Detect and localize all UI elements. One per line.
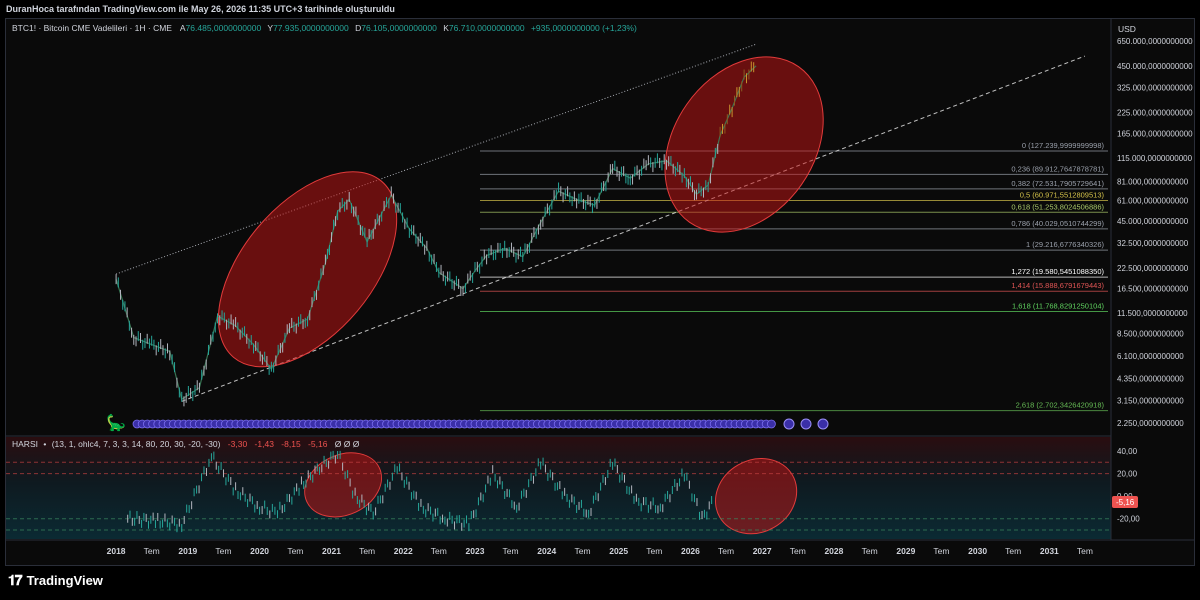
highlight-ellipse[interactable] bbox=[184, 139, 431, 399]
dino-icon[interactable]: 🦕 bbox=[106, 413, 126, 432]
legend-d-value: 76.105,0000000000 bbox=[361, 23, 437, 33]
time-tick-label: Tem bbox=[862, 546, 878, 556]
oscillator-tail: Ø Ø Ø bbox=[335, 439, 360, 449]
tradingview-mark-icon: 𝟏𝟕 bbox=[8, 572, 23, 588]
price-tick-label: 2.250,0000000000 bbox=[1117, 419, 1184, 428]
time-axis[interactable]: 2018 Tem 2019 Tem 2020 Tem 2021 Tem 2022 Tem 2023 T… bbox=[107, 546, 1093, 556]
currency-label[interactable]: USD bbox=[1118, 24, 1136, 34]
oscillator-value-1: -3,30 bbox=[228, 439, 248, 449]
oscillator-tick-label: 20,00 bbox=[1117, 470, 1138, 479]
fib-level-label: 1,618 (11.768,8291250104) bbox=[1012, 301, 1105, 310]
legend-change: +935,0000000000 (+1,23%) bbox=[531, 23, 637, 33]
time-tick-label: 2031 bbox=[1040, 546, 1059, 556]
oscillator-bullet: • bbox=[43, 439, 46, 449]
time-tick-label: 2025 bbox=[609, 546, 628, 556]
time-tick-label: 2030 bbox=[968, 546, 987, 556]
price-tick-label: 22.500,0000000000 bbox=[1117, 264, 1189, 273]
fib-level-label: 1,414 (15.888,6791679443) bbox=[1011, 281, 1104, 290]
price-tick-label: 325.000,0000000000 bbox=[1117, 84, 1193, 93]
oscillator-value-4: -5,16 bbox=[308, 439, 328, 449]
fib-level-label: 0,618 (51.253,8024506886) bbox=[1011, 202, 1104, 211]
legend-a-value: 76.485,0000000000 bbox=[186, 23, 262, 33]
price-tick-label: 115.000,0000000000 bbox=[1117, 154, 1193, 163]
price-tick-label: 6.100,0000000000 bbox=[1117, 352, 1184, 361]
time-tick-label: 2022 bbox=[394, 546, 413, 556]
price-tick-label: 165.000,0000000000 bbox=[1117, 129, 1193, 138]
time-tick-label: 2020 bbox=[250, 546, 269, 556]
tradingview-brand: TradingView bbox=[26, 573, 103, 588]
legend-y-value: 77.935,0000000000 bbox=[273, 23, 349, 33]
price-tick-label: 11.500,0000000000 bbox=[1117, 309, 1188, 318]
fib-level-label: 1 (29.216,6776340326) bbox=[1026, 240, 1104, 249]
time-tick-label: Tem bbox=[574, 546, 590, 556]
time-tick-label: 2028 bbox=[824, 546, 843, 556]
oscillator-legend: HARSI • (13, 1, ohlc4, 7, 3, 3, 14, 80, … bbox=[12, 439, 360, 449]
event-marker[interactable] bbox=[783, 418, 795, 430]
price-tick-label: 4.350,0000000000 bbox=[1117, 375, 1184, 384]
oscillator-background bbox=[6, 437, 1111, 539]
oscillator-axis[interactable]: 40,0020,000,00-20,00-5,16 bbox=[1112, 447, 1140, 524]
oscillator-tick-label: -20,00 bbox=[1117, 515, 1140, 524]
price-series bbox=[115, 61, 757, 407]
time-tick-label: Tem bbox=[1077, 546, 1093, 556]
fib-level-label: 0,382 (72.531,7905729641) bbox=[1011, 179, 1104, 188]
legend-k-value: 76.710,0000000000 bbox=[449, 23, 525, 33]
price-tick-label: 16.500,0000000000 bbox=[1117, 285, 1189, 294]
time-tick-label: 2021 bbox=[322, 546, 341, 556]
time-tick-label: Tem bbox=[503, 546, 519, 556]
price-tick-label: 32.500,0000000000 bbox=[1117, 239, 1189, 248]
time-tick-label: 2018 bbox=[107, 546, 126, 556]
fib-level-label: 0,786 (40.029,0510744299) bbox=[1011, 219, 1104, 228]
oscillator-value-3: -8,15 bbox=[281, 439, 301, 449]
fib-level-label: 0 (127.239,9999999998) bbox=[1022, 141, 1105, 150]
time-tick-label: Tem bbox=[144, 546, 160, 556]
price-tick-label: 8.500,0000000000 bbox=[1117, 329, 1184, 338]
event-marker[interactable] bbox=[800, 418, 812, 430]
footer-bar bbox=[0, 566, 1200, 600]
fib-level-label: 0,236 (89.912,7647878781) bbox=[1011, 164, 1104, 173]
time-tick-label: Tem bbox=[431, 546, 447, 556]
time-tick-label: Tem bbox=[790, 546, 806, 556]
time-tick-label: 2026 bbox=[681, 546, 700, 556]
fib-level-label: 2,618 (2.702,3426420918) bbox=[1016, 401, 1105, 410]
time-tick-label: 2023 bbox=[466, 546, 485, 556]
legend-symbol: BTC1! · Bitcoin CME Vadelileri · 1H · CM… bbox=[12, 23, 172, 33]
time-tick-label: Tem bbox=[215, 546, 231, 556]
oscillator-tick-label: 40,00 bbox=[1117, 447, 1138, 456]
price-tick-label: 45.000,0000000000 bbox=[1117, 217, 1189, 226]
time-tick-label: Tem bbox=[287, 546, 303, 556]
oscillator-params: (13, 1, ohlc4, 7, 3, 3, 14, 80, 20, 30, … bbox=[52, 439, 221, 449]
price-tick-label: 3.150,0000000000 bbox=[1117, 396, 1184, 405]
time-tick-label: Tem bbox=[1005, 546, 1021, 556]
event-marker[interactable] bbox=[817, 418, 829, 430]
event-marker[interactable] bbox=[767, 419, 776, 429]
oscillator-title: HARSI bbox=[12, 439, 38, 449]
fib-level-label: 0,5 (60.971,5512809513) bbox=[1020, 191, 1105, 200]
price-tick-label: 650.000,0000000000 bbox=[1117, 37, 1193, 46]
chart-canvas[interactable]: BTC1! · Bitcoin CME Vadelileri · 1H · CM… bbox=[0, 0, 1200, 600]
price-line bbox=[115, 65, 757, 401]
time-tick-label: Tem bbox=[718, 546, 734, 556]
time-tick-label: 2024 bbox=[537, 546, 556, 556]
time-tick-label: Tem bbox=[359, 546, 375, 556]
time-tick-label: 2029 bbox=[896, 546, 915, 556]
oscillator-current-value: -5,16 bbox=[1116, 498, 1135, 507]
price-tick-label: 225.000,0000000000 bbox=[1117, 109, 1193, 118]
oscillator-value-2: -1,43 bbox=[255, 439, 275, 449]
price-tick-label: 61.000,0000000000 bbox=[1117, 197, 1189, 206]
legend: BTC1! · Bitcoin CME Vadelileri · 1H · CM… bbox=[12, 23, 637, 33]
price-axis[interactable]: 650.000,0000000000 450.000,0000000000 325.… bbox=[1117, 37, 1193, 428]
time-tick-label: 2019 bbox=[178, 546, 197, 556]
price-tick-label: 450.000,0000000000 bbox=[1117, 62, 1193, 71]
tradingview-logo[interactable]: 𝟏𝟕 TradingView bbox=[8, 572, 103, 589]
event-markers[interactable]: 🦕 bbox=[106, 413, 829, 432]
time-tick-label: 2027 bbox=[753, 546, 772, 556]
fib-level-label: 1,272 (19.580,5451088350) bbox=[1011, 267, 1104, 276]
time-tick-label: Tem bbox=[933, 546, 949, 556]
highlight-ellipse[interactable] bbox=[632, 27, 856, 263]
time-tick-label: Tem bbox=[646, 546, 662, 556]
price-tick-label: 81.000,0000000000 bbox=[1117, 177, 1189, 186]
